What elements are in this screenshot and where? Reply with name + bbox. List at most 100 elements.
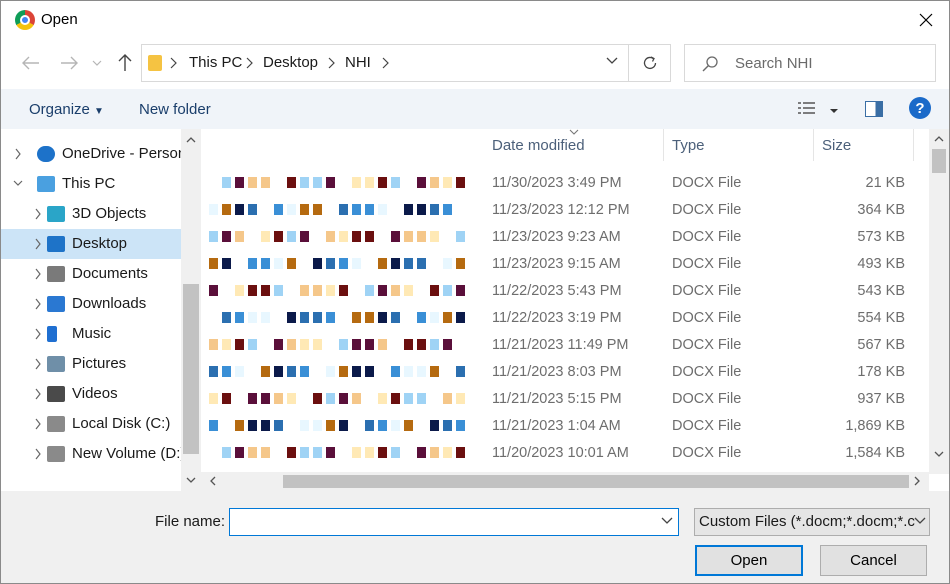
- redacted-pixel: [235, 420, 244, 431]
- column-size[interactable]: Size: [814, 129, 914, 161]
- chevron-right-icon: [382, 57, 389, 69]
- nav-pane-scrollbar[interactable]: [181, 129, 201, 491]
- open-button[interactable]: Open: [695, 545, 803, 576]
- redacted-pixel: [339, 177, 348, 188]
- nav-pane-scroll-thumb[interactable]: [183, 284, 199, 454]
- chevron-right-icon[interactable]: [33, 328, 43, 340]
- scroll-up-icon[interactable]: [186, 137, 196, 143]
- nav-item[interactable]: Music: [1, 319, 181, 349]
- file-row[interactable]: 11/21/2023 11:49 PM DOCX File 567 KB: [201, 333, 929, 360]
- nav-item[interactable]: This PC: [1, 169, 181, 199]
- chevron-down-icon[interactable]: [606, 57, 618, 65]
- preview-pane-button[interactable]: [865, 101, 883, 117]
- file-row[interactable]: 11/22/2023 5:43 PM DOCX File 543 KB: [201, 279, 929, 306]
- chevron-down-icon[interactable]: [914, 517, 926, 525]
- file-name-input[interactable]: [229, 508, 679, 536]
- redacted-pixel: [209, 366, 218, 377]
- recent-locations-button[interactable]: [89, 51, 105, 75]
- file-row[interactable]: 11/21/2023 8:03 PM DOCX File 178 KB: [201, 360, 929, 387]
- nav-item[interactable]: Desktop: [1, 229, 181, 259]
- chevron-right-icon[interactable]: [33, 208, 43, 220]
- chevron-right-icon[interactable]: [33, 388, 43, 400]
- chevron-down-icon[interactable]: [13, 178, 23, 190]
- file-row[interactable]: 11/22/2023 3:19 PM DOCX File 554 KB: [201, 306, 929, 333]
- organize-button[interactable]: Organize ▼: [29, 101, 104, 118]
- chevron-right-icon[interactable]: [33, 418, 43, 430]
- scroll-up-icon[interactable]: [934, 136, 944, 142]
- column-type[interactable]: Type: [664, 129, 814, 161]
- nav-item[interactable]: New Volume (D:): [1, 439, 185, 469]
- chevron-right-icon[interactable]: [33, 448, 43, 460]
- search-input[interactable]: Search NHI: [735, 55, 813, 72]
- nav-item[interactable]: Downloads: [1, 289, 181, 319]
- redacted-pixel: [365, 447, 374, 458]
- up-button[interactable]: [113, 51, 137, 75]
- file-row[interactable]: 11/21/2023 1:04 AM DOCX File 1,869 KB: [201, 414, 929, 441]
- redacted-pixel: [326, 231, 335, 242]
- nav-item[interactable]: Documents: [1, 259, 181, 289]
- file-list-vscrollbar[interactable]: [929, 129, 949, 474]
- close-button[interactable]: [903, 1, 949, 39]
- file-row[interactable]: 11/21/2023 5:15 PM DOCX File 937 KB: [201, 387, 929, 414]
- breadcrumb-this-pc[interactable]: This PC: [189, 54, 242, 71]
- nav-item[interactable]: Videos: [1, 379, 181, 409]
- file-row[interactable]: 11/23/2023 9:23 AM DOCX File 573 KB: [201, 225, 929, 252]
- file-row[interactable]: 11/23/2023 12:12 PM DOCX File 364 KB: [201, 198, 929, 225]
- chevron-right-icon[interactable]: [13, 148, 23, 160]
- file-size: 364 KB: [857, 202, 905, 218]
- redacted-pixel: [443, 312, 452, 323]
- redacted-filename: [209, 420, 479, 432]
- file-row[interactable]: 11/20/2023 10:01 AM DOCX File 1,584 KB: [201, 441, 929, 468]
- search-box[interactable]: Search NHI: [684, 44, 936, 82]
- file-type-filter[interactable]: Custom Files (*.docm;*.docm;*.c: [694, 508, 930, 536]
- redacted-pixel: [378, 312, 387, 323]
- file-row[interactable]: 11/23/2023 9:15 AM DOCX File 493 KB: [201, 252, 929, 279]
- cancel-button[interactable]: Cancel: [820, 545, 927, 576]
- redacted-pixel: [391, 312, 400, 323]
- redacted-pixel: [391, 177, 400, 188]
- redacted-pixel: [222, 447, 231, 458]
- file-list-hscroll-thumb[interactable]: [283, 475, 909, 488]
- chevron-down-icon[interactable]: [661, 517, 673, 525]
- chevron-right-icon[interactable]: [33, 238, 43, 250]
- change-view-button[interactable]: [797, 101, 839, 119]
- address-bar[interactable]: This PC Desktop NHI: [141, 44, 629, 82]
- chevron-right-icon[interactable]: [33, 358, 43, 370]
- scroll-down-icon[interactable]: [186, 477, 196, 483]
- title-bar: Open: [1, 1, 949, 39]
- breadcrumb-desktop[interactable]: Desktop: [263, 54, 318, 71]
- chevron-right-icon[interactable]: [33, 268, 43, 280]
- scroll-down-icon[interactable]: [934, 451, 944, 457]
- redacted-pixel: [248, 339, 257, 350]
- redacted-pixel: [274, 366, 283, 377]
- redacted-pixel: [313, 285, 322, 296]
- redacted-pixel: [261, 285, 270, 296]
- redacted-pixel: [456, 339, 465, 350]
- redacted-pixel: [248, 447, 257, 458]
- details-view-icon: [798, 102, 815, 114]
- nav-item[interactable]: Pictures: [1, 349, 181, 379]
- forward-button[interactable]: [57, 51, 81, 75]
- redacted-pixel: [430, 366, 439, 377]
- scroll-left-icon[interactable]: [210, 476, 216, 486]
- redacted-pixel: [326, 420, 335, 431]
- scroll-right-icon[interactable]: [914, 476, 920, 486]
- redacted-pixel: [209, 393, 218, 404]
- nav-item[interactable]: 3D Objects: [1, 199, 181, 229]
- refresh-button[interactable]: [629, 44, 671, 82]
- redacted-pixel: [352, 204, 361, 215]
- file-list-vscroll-thumb[interactable]: [932, 149, 946, 173]
- nav-item[interactable]: Local Disk (C:): [1, 409, 181, 439]
- breadcrumb-nhi[interactable]: NHI: [345, 54, 371, 71]
- back-button[interactable]: [19, 51, 43, 75]
- new-folder-button[interactable]: New folder: [139, 101, 211, 118]
- file-list: Date modified Type Size 11/30/2023 3:49 …: [201, 129, 949, 491]
- chevron-right-icon[interactable]: [33, 298, 43, 310]
- redacted-pixel: [339, 204, 348, 215]
- column-date-modified[interactable]: Date modified: [484, 129, 664, 161]
- help-button[interactable]: ?: [909, 97, 931, 119]
- redacted-pixel: [443, 258, 452, 269]
- file-row[interactable]: 11/30/2023 3:49 PM DOCX File 21 KB: [201, 171, 929, 198]
- file-list-hscrollbar[interactable]: [201, 472, 929, 491]
- nav-item[interactable]: OneDrive - Person: [1, 139, 186, 169]
